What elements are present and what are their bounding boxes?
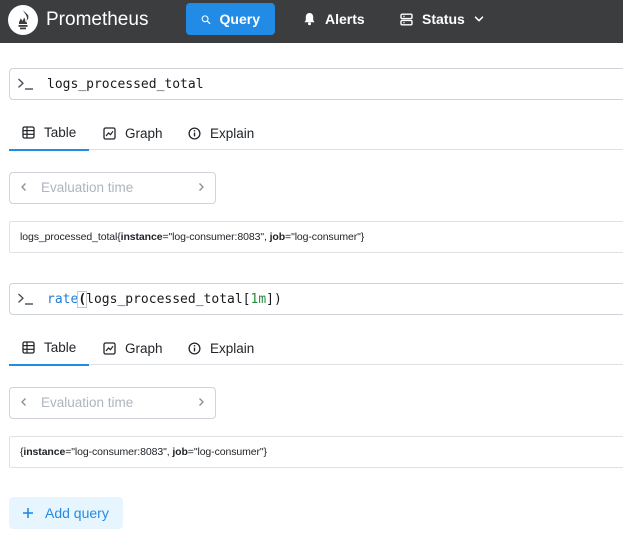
bell-icon [304, 13, 315, 26]
expression-text: rate(logs_processed_total[1m]) [47, 284, 282, 315]
nav-status-label: Status [422, 11, 465, 27]
panel-tabs: Table Graph Explain [9, 331, 623, 366]
evaluation-time-placeholder: Evaluation time [41, 395, 134, 410]
chart-icon [103, 341, 116, 355]
add-query-label: Add query [45, 505, 109, 521]
chevron-down-icon [474, 16, 484, 22]
series-labels: {instance="log-consumer:8083", job="log-… [20, 437, 267, 467]
search-icon [201, 14, 211, 24]
chevron-right-icon[interactable] [197, 182, 205, 192]
chart-icon [103, 126, 116, 140]
result-row: {instance="log-consumer:8083", job="log-… [9, 436, 623, 468]
nav-alerts-button[interactable]: Alerts [288, 3, 380, 35]
info-icon [188, 341, 201, 355]
tab-explain-label: Explain [210, 125, 255, 141]
table-icon [22, 126, 35, 139]
expr-open-paren: ( [77, 291, 88, 308]
chevron-left-icon[interactable] [20, 397, 28, 407]
brace-close: } [263, 446, 268, 458]
tab-table-label: Table [44, 125, 77, 140]
label-value-instance: ="log-consumer:8083", [162, 231, 270, 243]
nav-query-button[interactable]: Query [186, 3, 275, 35]
server-icon [400, 13, 413, 26]
series-labels: logs_processed_total{instance="log-consu… [20, 222, 364, 252]
label-key-job: job [269, 231, 286, 243]
label-key-instance: instance [120, 231, 163, 243]
expr-range: 1m [250, 292, 267, 307]
prometheus-logo-icon [8, 5, 38, 35]
plus-icon [23, 508, 33, 518]
nav-query-label: Query [219, 11, 260, 27]
label-value-instance: ="log-consumer:8083", [65, 446, 173, 458]
result-row: logs_processed_total{instance="log-consu… [9, 221, 623, 253]
terminal-prompt-icon [18, 293, 33, 305]
expression-text: logs_processed_total [47, 77, 204, 92]
brace-close: } [360, 231, 365, 243]
tab-explain[interactable]: Explain [188, 116, 254, 150]
nav-alerts-label: Alerts [325, 11, 365, 27]
tab-explain-label: Explain [210, 340, 255, 356]
evaluation-time-placeholder: Evaluation time [41, 180, 134, 195]
nav-status-menu[interactable]: Status [385, 3, 499, 35]
add-query-button[interactable]: Add query [9, 497, 123, 529]
tab-explain[interactable]: Explain [188, 331, 254, 365]
table-icon [22, 341, 35, 354]
expression-input[interactable]: rate(logs_processed_total[1m]) [9, 283, 623, 315]
brand[interactable]: Prometheus [8, 5, 148, 35]
label-key-instance: instance [23, 446, 66, 458]
evaluation-time-input[interactable]: Evaluation time [9, 387, 216, 419]
chevron-left-icon[interactable] [20, 182, 28, 192]
tab-table[interactable]: Table [9, 116, 89, 151]
expr-close: ]) [266, 292, 282, 307]
top-navbar: Prometheus Query Alerts Status [0, 0, 623, 43]
expr-metric: logs_processed_total[ [86, 292, 251, 307]
evaluation-time-input[interactable]: Evaluation time [9, 172, 216, 204]
panel-tabs: Table Graph Explain [9, 116, 623, 151]
metric-name: logs_processed_total [20, 231, 118, 243]
brand-title: Prometheus [46, 9, 149, 30]
tab-graph[interactable]: Graph [103, 331, 163, 365]
tab-table[interactable]: Table [9, 331, 89, 366]
label-value-job: ="log-consumer" [285, 231, 361, 243]
tab-graph[interactable]: Graph [103, 116, 163, 150]
tab-graph-label: Graph [125, 340, 163, 356]
tab-table-label: Table [44, 340, 77, 355]
tab-graph-label: Graph [125, 125, 163, 141]
expr-function: rate [47, 292, 79, 307]
label-key-job: job [172, 446, 188, 458]
chevron-right-icon[interactable] [197, 397, 205, 407]
label-value-job: ="log-consumer" [187, 446, 264, 458]
expression-input[interactable]: logs_processed_total [9, 68, 623, 100]
terminal-prompt-icon [18, 78, 33, 90]
info-icon [188, 126, 201, 140]
